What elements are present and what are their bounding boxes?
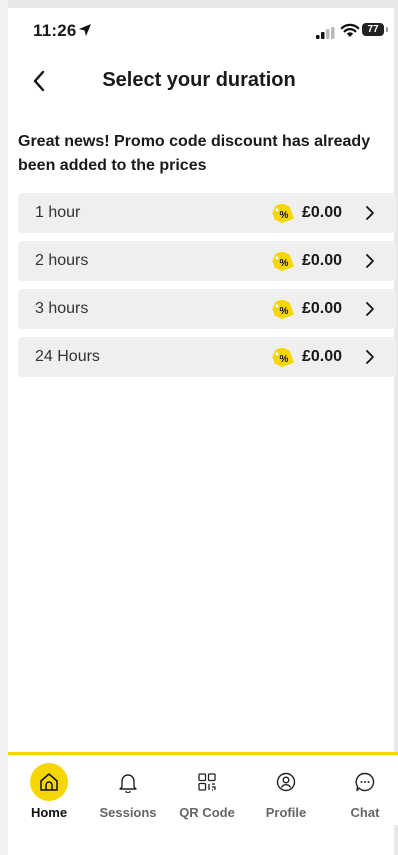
profile-icon xyxy=(276,772,296,792)
duration-label: 3 hours xyxy=(35,300,89,317)
duration-label: 1 hour xyxy=(35,204,81,221)
discount-tag-icon: % xyxy=(272,252,294,272)
status-time: 11:26 xyxy=(33,21,77,40)
tab-home-label: Home xyxy=(30,805,68,820)
discount-tag-icon: % xyxy=(272,348,294,368)
discount-tag-symbol: % xyxy=(280,210,289,221)
frame-edge-left xyxy=(0,0,8,855)
tab-qr-code[interactable]: QR Code xyxy=(170,755,244,825)
chevron-right-icon xyxy=(366,254,374,268)
tab-profile-label: Profile xyxy=(265,805,307,820)
duration-option-3-hours[interactable]: 3 hours % £0.00 xyxy=(18,289,396,329)
home-icon xyxy=(40,773,58,791)
wifi-icon xyxy=(340,23,360,37)
duration-label: 24 Hours xyxy=(35,348,100,365)
bell-icon xyxy=(119,774,137,793)
tab-home-highlight xyxy=(30,763,68,801)
duration-price: £0.00 xyxy=(302,300,343,317)
duration-price: £0.00 xyxy=(302,252,343,269)
duration-price: £0.00 xyxy=(302,204,343,221)
discount-tag-icon: % xyxy=(272,204,294,224)
tab-home[interactable]: Home xyxy=(12,755,86,825)
qr-code-icon xyxy=(198,773,216,791)
tab-sessions[interactable]: Sessions xyxy=(91,755,165,825)
tab-qr-code-label: QR Code xyxy=(179,805,235,820)
duration-price: £0.00 xyxy=(302,348,343,365)
tab-sessions-label: Sessions xyxy=(99,805,157,820)
promo-message: Great news! Promo code discount has alre… xyxy=(18,133,371,174)
cellular-signal-icon xyxy=(316,27,335,39)
battery-level: 77 xyxy=(362,23,384,36)
chevron-right-icon xyxy=(366,302,374,316)
duration-option-24-hours[interactable]: 24 Hours % £0.00 xyxy=(18,337,396,377)
page-title: Select your duration xyxy=(102,69,296,91)
duration-option-2-hours[interactable]: 2 hours % £0.00 xyxy=(18,241,396,281)
tab-profile-highlight xyxy=(267,763,305,801)
tab-qr-code-highlight xyxy=(188,763,226,801)
discount-tag-icon: % xyxy=(272,300,294,320)
tab-profile[interactable]: Profile xyxy=(249,755,323,825)
status-bar: 11:26 77 xyxy=(0,8,394,52)
tab-chat[interactable]: Chat xyxy=(328,755,398,825)
duration-list: 1 hour % £0.00 2 hours % £0.00 3 hours %… xyxy=(18,193,396,385)
chat-icon xyxy=(355,772,375,792)
duration-option-1-hour[interactable]: 1 hour % £0.00 xyxy=(18,193,396,233)
discount-tag-symbol: % xyxy=(280,258,289,269)
chevron-right-icon xyxy=(366,350,374,364)
discount-tag-symbol: % xyxy=(280,354,289,365)
battery-tip xyxy=(386,27,388,32)
tab-chat-highlight xyxy=(346,763,384,801)
tab-chat-label: Chat xyxy=(350,805,380,820)
discount-tag-symbol: % xyxy=(280,306,289,317)
location-arrow-icon xyxy=(79,24,91,36)
chevron-right-icon xyxy=(366,206,374,220)
frame-edge-right xyxy=(394,0,398,855)
tab-sessions-highlight xyxy=(109,763,147,801)
duration-label: 2 hours xyxy=(35,252,89,269)
bottom-tab-bar: Home Sessions QR Code Profile Chat xyxy=(8,752,398,825)
frame-edge-top xyxy=(0,0,398,8)
